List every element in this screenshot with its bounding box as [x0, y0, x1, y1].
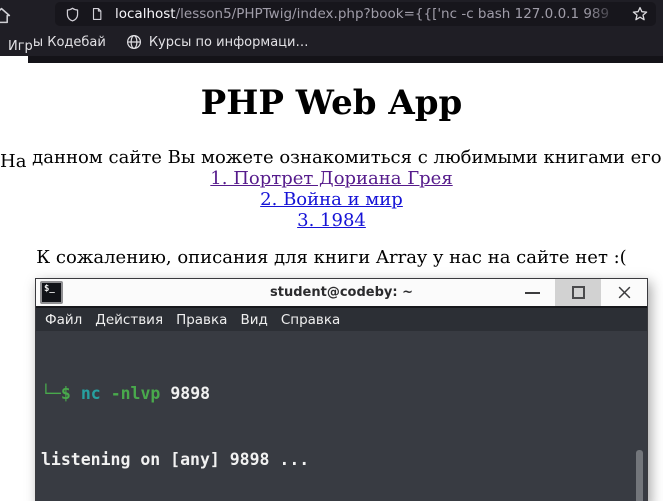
- menu-edit[interactable]: Правка: [176, 312, 227, 328]
- browser-chrome: localhost/lesson5/PHPTwig/index.php?book…: [0, 0, 663, 56]
- book-link-1[interactable]: 1. Портрет Дориана Грея: [0, 168, 663, 189]
- bookmark-label-part1: Игр: [8, 38, 33, 54]
- terminal-scrollbar-thumb[interactable]: [636, 450, 643, 501]
- bookmark-star-icon[interactable]: [632, 6, 648, 22]
- maximize-icon: [571, 286, 585, 299]
- url-path: /lesson5/PHPTwig/index.php?book={{['nc -…: [175, 6, 610, 22]
- book-link-3[interactable]: 3. 1984: [0, 210, 663, 231]
- shield-icon[interactable]: [65, 7, 80, 22]
- shell-command: nc: [80, 383, 101, 403]
- menu-help[interactable]: Справка: [281, 312, 340, 328]
- intro-rest: данном сайте Вы можете ознакомиться с лю…: [32, 147, 663, 169]
- url-bar[interactable]: localhost/lesson5/PHPTwig/index.php?book…: [55, 2, 656, 26]
- menu-view[interactable]: Вид: [240, 312, 267, 328]
- page-icon[interactable]: [90, 7, 104, 21]
- menu-file[interactable]: Файл: [45, 312, 82, 328]
- close-button[interactable]: [601, 279, 647, 306]
- browser-toolbar: localhost/lesson5/PHPTwig/index.php?book…: [0, 0, 663, 28]
- bookmark-item-igry-kodebay[interactable]: Игр ы Кодебай: [8, 34, 106, 54]
- terminal-prompt-line: └─$ nc -nlvp 9898: [41, 383, 633, 405]
- minimize-icon: [524, 291, 540, 294]
- minimize-button[interactable]: [509, 279, 555, 306]
- url-text: localhost/lesson5/PHPTwig/index.php?book…: [115, 6, 632, 22]
- bookmark-item-kursy[interactable]: Курсы по информаци…: [126, 34, 309, 50]
- intro-text: На данном сайте Вы можете ознакомиться с…: [0, 147, 663, 172]
- terminal-window: $_ student@codeby: ~ Файл Действия Правк…: [35, 278, 648, 501]
- url-domain: localhost: [115, 6, 176, 22]
- terminal-output-line: listening on [any] 9898 ...: [41, 450, 310, 470]
- shell-command-flags: -nlvp: [110, 383, 161, 403]
- bookmark-label: Курсы по информаци…: [148, 34, 309, 50]
- home-icon[interactable]: [0, 6, 11, 29]
- terminal-menubar: Файл Действия Правка Вид Справка: [36, 308, 647, 331]
- book-links: 1. Портрет Дориана Грея 2. Война и мир 3…: [0, 168, 663, 231]
- shell-prompt: └─$: [41, 383, 71, 403]
- globe-icon: [126, 34, 142, 50]
- book-link-2[interactable]: 2. Война и мир: [0, 189, 663, 210]
- shell-command-arg: 9898: [170, 383, 211, 403]
- page-title: PHP Web App: [200, 83, 463, 123]
- menu-actions[interactable]: Действия: [95, 312, 163, 328]
- chrome-bottom-strip: [28, 56, 663, 63]
- maximize-button[interactable]: [555, 279, 601, 306]
- bookmarks-bar: Игр ы Кодебай Курсы по информаци…: [0, 28, 663, 56]
- terminal-titlebar[interactable]: $_ student@codeby: ~: [36, 279, 647, 308]
- url-fade-overlay: [586, 2, 626, 26]
- intro-first-word: На: [0, 151, 27, 173]
- close-icon: [617, 285, 632, 300]
- not-found-text: К сожалению, описания для книги Array у …: [36, 247, 627, 269]
- window-controls: [509, 279, 647, 306]
- terminal-app-icon: $_: [40, 281, 63, 304]
- bookmark-label-part2: ы Кодебай: [32, 34, 106, 50]
- screen: localhost/lesson5/PHPTwig/index.php?book…: [0, 0, 663, 501]
- terminal-body[interactable]: └─$ nc -nlvp 9898 listening on [any] 9898 .…: [36, 331, 647, 501]
